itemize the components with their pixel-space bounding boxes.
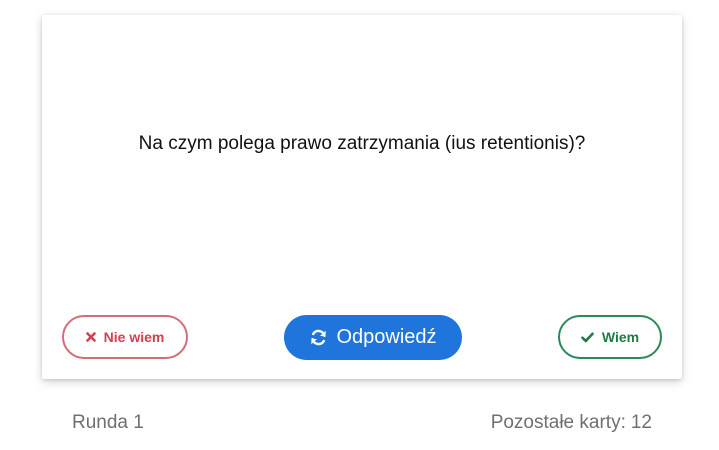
- dont-know-label: Nie wiem: [103, 329, 165, 345]
- know-label: Wiem: [601, 329, 640, 345]
- flashcard: Na czym polega prawo zatrzymania (ius re…: [42, 15, 682, 379]
- dont-know-button[interactable]: Nie wiem: [62, 315, 188, 359]
- answer-label: Odpowiedź: [336, 326, 437, 348]
- check-icon: [581, 332, 594, 343]
- remaining-count: 12: [630, 412, 652, 433]
- remaining-label: Pozostałe karty:: [490, 412, 626, 433]
- know-button[interactable]: Wiem: [558, 315, 662, 359]
- answer-button[interactable]: Odpowiedź: [284, 315, 462, 360]
- question-text: Na czym polega prawo zatrzymania (ius re…: [138, 133, 586, 154]
- refresh-icon: [309, 328, 328, 347]
- remaining-cards: Pozostałe karty: 12: [491, 412, 652, 434]
- round-indicator: Runda 1: [72, 412, 144, 433]
- times-icon: [85, 332, 96, 342]
